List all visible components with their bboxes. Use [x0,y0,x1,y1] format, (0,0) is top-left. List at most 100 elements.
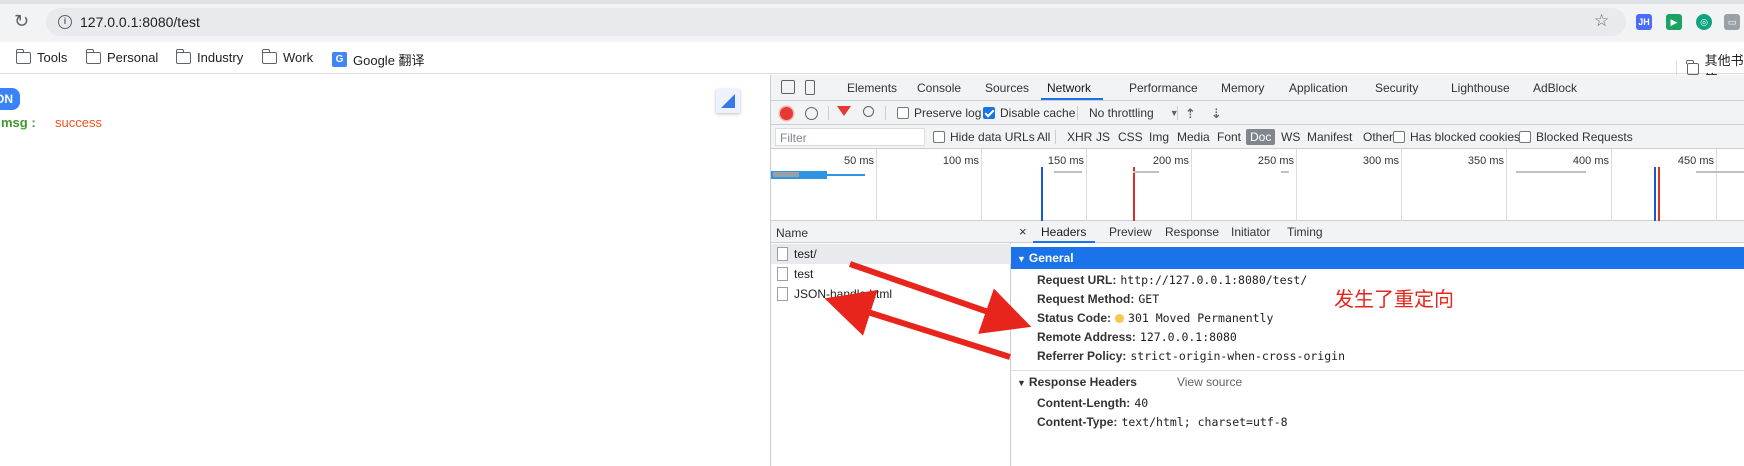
reload-icon[interactable]: ↻ [14,12,29,30]
throttling-select[interactable]: No throttling ▼ [1089,106,1179,120]
tab-timing[interactable]: Timing [1287,225,1323,239]
view-source-link[interactable]: View source [1177,375,1242,389]
checkbox-label: Has blocked cookies [1410,130,1521,144]
cast-extension-icon[interactable]: ▭ [1724,14,1740,30]
timeline-tick-label: 350 ms [1467,155,1504,167]
checkbox-box-checked [983,107,995,119]
network-filter-bar: Filter Hide data URLs All XHR JS CSS Img… [771,125,1744,149]
tab-application[interactable]: Application [1289,81,1348,95]
filter-type-manifest[interactable]: Manifest [1307,130,1352,144]
timeline-gridline [1191,149,1192,221]
devtools-panel: Elements Console Sources Network Perform… [770,75,1744,466]
tab-response[interactable]: Response [1165,225,1219,239]
request-row[interactable]: test/ [771,244,1011,264]
folder-icon [175,48,191,64]
tab-initiator[interactable]: Initiator [1231,225,1270,239]
browser-toolbar: ↻ i 127.0.0.1:8080/test ☆ JH ▶ ◎ ▭ [0,0,1744,42]
tab-network[interactable]: Network [1047,81,1091,95]
tab-performance[interactable]: Performance [1129,81,1198,95]
request-row[interactable]: JSON-handle.html [771,284,1011,304]
tab-preview[interactable]: Preview [1109,225,1152,239]
general-section-header[interactable]: ▼ General [1011,247,1744,269]
header-value: 301 Moved Permanently [1128,311,1274,325]
preserve-log-checkbox[interactable]: Preserve log [897,106,981,120]
bookmarks-bar: Tools Personal Industry Work G Google 翻译 … [0,42,1744,87]
request-row[interactable]: test [771,264,1011,284]
inspect-element-icon[interactable] [781,80,795,94]
filter-type-doc[interactable]: Doc [1246,129,1276,145]
header-value: GET [1138,292,1160,306]
select-value: No throttling [1089,106,1154,120]
timeline-gridline [876,149,877,221]
bookmark-google-translate[interactable]: G Google 翻译 [332,50,425,69]
tab-security[interactable]: Security [1375,81,1418,95]
google-translate-icon: G [332,52,347,67]
name-column-header[interactable]: Name [771,221,1011,243]
record-icon[interactable] [780,107,793,120]
jh-extension-icon[interactable]: JH [1636,14,1652,30]
timeline-tail-line [827,174,865,176]
site-info-icon[interactable]: i [58,15,72,29]
filter-type-ws[interactable]: WS [1281,130,1300,144]
response-headers-section-header[interactable]: ▼ Response Headers View source [1011,371,1744,393]
address-bar[interactable]: i 127.0.0.1:8080/test [46,8,1626,36]
bookmark-label: Work [283,50,314,65]
bookmark-star-icon[interactable]: ☆ [1594,12,1609,29]
import-har-icon[interactable]: ⇡ [1185,106,1196,122]
request-name: JSON-handle.html [794,287,893,301]
filter-type-media[interactable]: Media [1177,130,1210,144]
filter-type-xhr[interactable]: XHR [1067,130,1092,144]
filter-icon[interactable] [837,106,851,116]
tab-adblock[interactable]: AdBlock [1533,81,1577,95]
triangle-down-icon: ▼ [1017,378,1026,388]
network-toolbar: Preserve log Disable cache No throttling… [771,101,1744,125]
filter-type-js[interactable]: JS [1096,130,1110,144]
search-icon[interactable] [863,106,874,117]
flag-extension-icon[interactable]: ▶ [1666,14,1682,30]
bookmark-work[interactable]: Work [261,48,314,65]
tab-headers[interactable]: Headers [1041,225,1086,239]
request-name: test [794,267,814,281]
timeline-gap-line [1133,171,1159,173]
tab-console[interactable]: Console [917,81,961,95]
tab-sources[interactable]: Sources [985,81,1029,95]
hide-data-urls-checkbox[interactable]: Hide data URLs [933,130,1035,144]
header-key: Status Code: [1037,311,1112,325]
filter-type-css[interactable]: CSS [1118,130,1143,144]
device-toolbar-icon[interactable] [805,80,815,95]
header-row-referrer-policy: Referrer Policy: strict-origin-when-cross… [1037,349,1345,363]
blocked-requests-checkbox[interactable]: Blocked Requests [1519,130,1633,144]
toolbar-separator [1177,106,1178,120]
has-blocked-cookies-checkbox[interactable]: Has blocked cookies [1393,130,1520,144]
filter-type-all[interactable]: All [1037,130,1050,144]
bookmark-tools[interactable]: Tools [15,48,67,65]
chatgpt-extension-icon[interactable]: ◎ [1696,14,1712,30]
export-har-icon[interactable]: ⇣ [1211,106,1222,122]
filter-type-font[interactable]: Font [1217,130,1241,144]
json-view-toggle[interactable]: ON [0,88,20,110]
toolbar-separator [828,106,829,120]
filter-type-other[interactable]: Other [1363,130,1393,144]
request-list: Name test/ test JSON-handle.html [771,221,1011,466]
expand-corner-button[interactable] [716,89,740,113]
tab-lighthouse[interactable]: Lighthouse [1451,81,1510,95]
filter-type-img[interactable]: Img [1149,130,1169,144]
tab-elements[interactable]: Elements [847,81,897,95]
network-overview-timeline[interactable]: 50 ms 100 ms 150 ms 200 ms 250 ms 300 ms… [771,149,1744,221]
clear-icon[interactable] [805,107,818,120]
bookmark-label: Google 翻译 [353,53,425,68]
disable-cache-checkbox[interactable]: Disable cache [983,106,1075,120]
timeline-gap-line [1281,171,1289,173]
timeline-tick-label: 50 ms [844,155,874,167]
folder-icon [1686,60,1699,75]
header-row-status-code: Status Code: 301 Moved Permanently [1037,311,1273,325]
load-event-marker [1133,167,1135,221]
load-event-marker [1658,167,1660,221]
header-value: 40 [1134,396,1149,410]
header-row-remote-address: Remote Address: 127.0.0.1:8080 [1037,330,1237,344]
filter-input[interactable]: Filter [775,128,925,146]
tab-memory[interactable]: Memory [1221,81,1264,95]
close-icon[interactable]: × [1019,224,1027,239]
bookmark-industry[interactable]: Industry [175,48,243,65]
bookmark-personal[interactable]: Personal [85,48,158,65]
